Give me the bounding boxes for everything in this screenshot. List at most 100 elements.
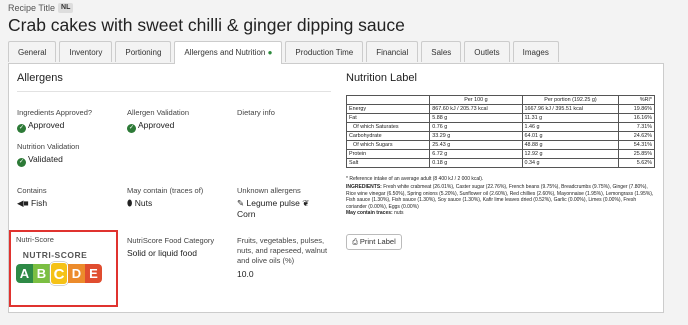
nutrition-validation-field: Nutrition Validation ✓ Validated	[17, 142, 79, 167]
nut-icon: ⬮	[127, 198, 133, 208]
language-badge[interactable]: NL	[58, 3, 74, 13]
per-100g-value: 5.88 g	[429, 113, 523, 123]
check-circle-icon: ✓	[17, 158, 26, 167]
check-circle-icon: ✓	[127, 124, 136, 133]
tab-sales[interactable]: Sales	[421, 41, 462, 62]
per-portion-value: 12.92 g	[521, 149, 620, 159]
column-header-ri: %RI*	[618, 95, 655, 105]
table-row: Protein 6.72 g 12.92 g 25.85%	[345, 149, 655, 159]
nutriscore-grade-b: B	[33, 263, 50, 283]
per-100g-value: 0.18 g	[429, 158, 523, 168]
field-label: May contain (traces of)	[127, 186, 204, 195]
per-100g-value: 25.43 g	[429, 140, 523, 150]
allergen-validation-field: Allergen Validation ✓ Approved	[127, 108, 189, 133]
table-row: Energy 867.60 kJ / 205.73 kcal 1667.96 k…	[345, 104, 655, 114]
ri-value: 7.31%	[618, 122, 655, 132]
field-label: Fruits, vegetables, pulses, nuts, and ra…	[237, 236, 328, 265]
per-portion-value: 64.01 g	[521, 131, 620, 141]
table-header-row: Per 100 g Per portion (192.25 g) %RI*	[345, 95, 655, 105]
per-portion-value: 1667.96 kJ / 395.51 kcal	[521, 104, 620, 114]
tab-production-time[interactable]: Production Time	[285, 41, 364, 62]
fish-icon: ◀■	[17, 198, 29, 208]
nutrient-name: Salt	[345, 158, 431, 168]
nutrient-name: Protein	[345, 149, 431, 159]
field-value: ◀■ Fish	[17, 198, 48, 208]
ingredients-approved-field: Ingredients Approved? ✓ Approved	[17, 108, 92, 133]
field-label: Dietary info	[237, 108, 275, 117]
nutriscore-field: Nutri-Score NUTRI-SCORE A B C D E	[9, 230, 118, 307]
nutrient-name: Fat	[345, 113, 431, 123]
nutriscore-grade-e: E	[85, 263, 102, 283]
field-value: ✓ Approved	[127, 120, 175, 133]
fruits-vegetables-field: Fruits, vegetables, pulses, nuts, and ra…	[237, 236, 333, 280]
field-label: Allergen Validation	[127, 108, 189, 117]
tab-general[interactable]: General	[8, 41, 57, 62]
printer-icon: ⎙	[352, 239, 358, 246]
page-header: Recipe Title NL Crab cakes with sweet ch…	[8, 3, 688, 36]
table-row: Carbohydrate 33.29 g 64.01 g 24.62%	[345, 131, 655, 141]
ri-value: 19.86%	[618, 104, 655, 114]
field-label: NutriScore Food Category	[127, 236, 215, 245]
nutriscore-logo: A B C D E	[16, 261, 102, 285]
divider	[17, 91, 331, 92]
nutrition-label-heading: Nutrition Label	[346, 72, 417, 84]
field-label: Contains	[17, 186, 47, 195]
nutriscore-category-field: NutriScore Food Category Solid or liquid…	[127, 236, 214, 259]
ri-value: 25.85%	[618, 149, 655, 159]
field-value: ✎ Legume pulse ❦	[237, 198, 310, 208]
may-contain-field: May contain (traces of) ⬮ Nuts	[127, 186, 203, 209]
unknown-allergens-field: Unknown allergens ✎ Legume pulse ❦ Corn	[237, 186, 309, 220]
nutriscore-grade-a: A	[16, 263, 33, 283]
nutriscore-grade-d: D	[68, 263, 85, 283]
nutriscore-grade-c-selected: C	[50, 261, 68, 285]
nutriscore-logo-text: NUTRI-SCORE	[22, 250, 88, 260]
field-label: Nutri-Score	[16, 235, 54, 244]
column-header-per-portion: Per portion (192.25 g)	[521, 95, 620, 105]
tab-financial[interactable]: Financial	[366, 41, 419, 62]
per-portion-value: 48.88 g	[521, 140, 620, 150]
field-value: Solid or liquid food	[127, 248, 197, 258]
ri-value: 5.62%	[618, 158, 655, 168]
check-circle-icon: ●	[267, 48, 273, 57]
may-contain-traces: May contain traces: nuts	[346, 210, 404, 217]
per-portion-value: 1.46 g	[521, 122, 620, 132]
per-100g-value: 867.60 kJ / 205.73 kcal	[429, 104, 523, 114]
tab-images[interactable]: Images	[512, 41, 559, 62]
per-100g-value: 0.76 g	[429, 122, 523, 132]
legume-icon: ✎	[237, 198, 245, 208]
tab-outlets[interactable]: Outlets	[464, 41, 510, 62]
per-100g-value: 33.29 g	[429, 131, 523, 141]
field-label: Ingredients Approved?	[17, 108, 93, 117]
tab-portioning[interactable]: Portioning	[115, 41, 172, 62]
print-label-button[interactable]: ⎙ Print Label	[346, 234, 402, 250]
ri-value: 24.62%	[618, 131, 655, 141]
recipe-title-label: Recipe Title	[8, 3, 56, 13]
ingredients-list: INGREDIENTS: Fresh white crabmeat (26.01…	[346, 184, 654, 210]
allergens-heading: Allergens	[17, 72, 63, 84]
table-row: Of which Saturates 0.76 g 1.46 g 7.31%	[345, 122, 655, 132]
per-portion-value: 0.34 g	[521, 158, 620, 168]
contains-field: Contains ◀■ Fish	[17, 186, 47, 209]
nutrient-name: Of which Saturates	[345, 122, 431, 132]
field-value: ⬮ Nuts	[127, 198, 153, 208]
per-portion-value: 11.31 g	[521, 113, 620, 123]
nutrient-name: Carbohydrate	[345, 131, 431, 141]
leaf-icon: ❦	[302, 198, 310, 208]
nutrition-table: Per 100 g Per portion (192.25 g) %RI* En…	[345, 95, 655, 168]
ri-value: 16.16%	[618, 113, 655, 123]
tab-inventory[interactable]: Inventory	[59, 41, 113, 62]
field-value: 10.0	[237, 269, 254, 279]
nutrient-name: Energy	[345, 104, 431, 114]
dietary-info-field: Dietary info	[237, 108, 275, 120]
field-value: ✓ Approved	[17, 120, 65, 133]
table-row: Of which Sugars 25.43 g 48.88 g 54.31%	[345, 140, 655, 150]
column-header-per-100g: Per 100 g	[429, 95, 523, 105]
field-label: Unknown allergens	[237, 186, 301, 195]
nutrient-name: Of which Sugars	[345, 140, 431, 150]
check-circle-icon: ✓	[17, 124, 26, 133]
tab-allergens-and-nutrition[interactable]: Allergens and Nutrition ●	[174, 41, 283, 64]
field-value: Corn	[237, 209, 256, 219]
table-row: Fat 5.88 g 11.31 g 16.16%	[345, 113, 655, 123]
recipe-title: Crab cakes with sweet chilli & ginger di…	[8, 15, 405, 35]
ri-value: 54.31%	[618, 140, 655, 150]
